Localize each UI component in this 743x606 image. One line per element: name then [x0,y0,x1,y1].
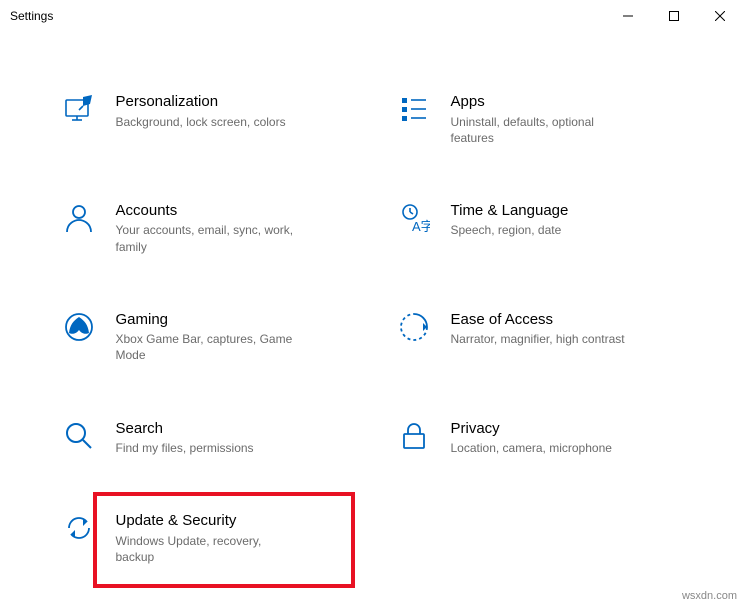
tile-title: Accounts [116,201,296,221]
tile-personalization[interactable]: Personalization Background, lock screen,… [52,92,357,146]
tile-apps[interactable]: Apps Uninstall, defaults, optional featu… [387,92,692,146]
settings-grid: Personalization Background, lock screen,… [52,32,692,565]
tile-subtitle: Narrator, magnifier, high contrast [451,331,625,347]
tile-title: Apps [451,92,631,112]
minimize-icon [623,11,633,21]
window-controls [605,0,743,31]
maximize-icon [669,11,679,21]
tile-title: Personalization [116,92,286,112]
close-button[interactable] [697,0,743,32]
tile-privacy[interactable]: Privacy Location, camera, microphone [387,419,692,457]
privacy-icon [397,419,431,453]
tile-title: Search [116,419,254,439]
tile-subtitle: Location, camera, microphone [451,440,612,456]
tile-subtitle: Find my files, permissions [116,440,254,456]
tile-title: Ease of Access [451,310,625,330]
tile-update-security[interactable]: Update & Security Windows Update, recove… [52,511,357,565]
tile-title: Privacy [451,419,612,439]
tile-subtitle: Your accounts, email, sync, work, family [116,222,296,254]
ease-of-access-icon [397,310,431,344]
watermark: wsxdn.com [682,590,737,602]
gaming-icon [62,310,96,344]
tile-search[interactable]: Search Find my files, permissions [52,419,357,457]
minimize-button[interactable] [605,0,651,32]
update-security-icon [62,511,96,545]
svg-text:A字: A字 [412,219,430,234]
tile-title: Update & Security [116,511,296,531]
search-icon [62,419,96,453]
apps-icon [397,92,431,126]
maximize-button[interactable] [651,0,697,32]
tile-gaming[interactable]: Gaming Xbox Game Bar, captures, Game Mod… [52,310,357,364]
tile-subtitle: Uninstall, defaults, optional features [451,114,631,146]
tile-title: Gaming [116,310,296,330]
tile-ease-of-access[interactable]: Ease of Access Narrator, magnifier, high… [387,310,692,364]
close-icon [715,11,725,21]
tile-subtitle: Windows Update, recovery, backup [116,533,296,565]
tile-subtitle: Xbox Game Bar, captures, Game Mode [116,331,296,363]
tile-subtitle: Background, lock screen, colors [116,114,286,130]
tile-time-language[interactable]: A字 Time & Language Speech, region, date [387,201,692,255]
titlebar: Settings [0,0,743,32]
tile-title: Time & Language [451,201,569,221]
personalization-icon [62,92,96,126]
tile-subtitle: Speech, region, date [451,222,569,238]
window-title: Settings [10,9,53,23]
time-language-icon: A字 [397,201,431,235]
tile-accounts[interactable]: Accounts Your accounts, email, sync, wor… [52,201,357,255]
accounts-icon [62,201,96,235]
